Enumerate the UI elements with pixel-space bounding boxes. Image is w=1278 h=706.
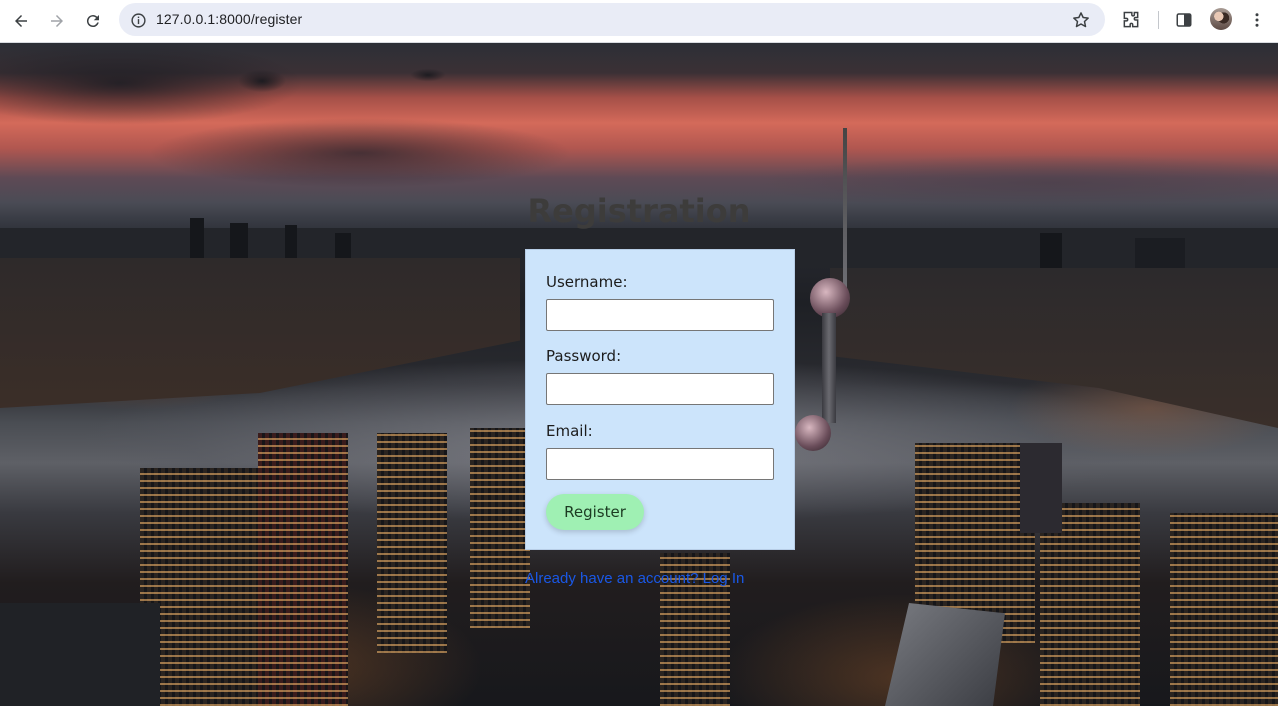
extensions-button[interactable]	[1118, 7, 1144, 33]
side-panel-button[interactable]	[1171, 7, 1197, 33]
login-link[interactable]: Already have an account? Log In	[525, 570, 744, 587]
building	[470, 428, 530, 628]
reload-icon	[86, 15, 99, 28]
arrow-right-icon	[51, 15, 63, 27]
arrow-left-icon	[15, 15, 27, 27]
browser-toolbar: 127.0.0.1:8000/register	[0, 0, 1278, 43]
page-title: Registration	[527, 192, 751, 230]
url-text[interactable]: 127.0.0.1:8000/register	[156, 11, 302, 27]
username-input[interactable]	[546, 299, 774, 331]
puzzle-icon	[1123, 11, 1139, 28]
browser-menu-button[interactable]	[1244, 7, 1270, 33]
registration-form: Username: Password: Email: Register	[525, 249, 795, 550]
email-input[interactable]	[546, 448, 774, 480]
building	[1040, 503, 1140, 706]
forward-button[interactable]	[42, 6, 72, 36]
toolbar-divider	[1158, 11, 1159, 29]
info-icon[interactable]	[127, 9, 149, 31]
password-label: Password:	[546, 347, 622, 365]
building	[1170, 513, 1278, 706]
building	[0, 603, 160, 706]
register-button[interactable]: Register	[546, 494, 644, 530]
username-label: Username:	[546, 273, 628, 291]
building	[377, 433, 447, 653]
tower-sphere-lower	[795, 415, 831, 451]
page-viewport: Registration Username: Password: Email: …	[0, 43, 1278, 706]
reload-button[interactable]	[78, 6, 108, 36]
address-bar[interactable]: 127.0.0.1:8000/register	[119, 3, 1105, 36]
side-panel-icon	[1176, 13, 1192, 27]
building	[1020, 443, 1062, 533]
kebab-menu-icon	[1255, 13, 1259, 27]
tower-shaft	[822, 313, 836, 423]
password-input[interactable]	[546, 373, 774, 405]
profile-avatar[interactable]	[1210, 8, 1232, 30]
back-button[interactable]	[6, 6, 36, 36]
tower-sphere	[810, 278, 850, 318]
star-icon[interactable]	[1071, 10, 1091, 30]
email-label: Email:	[546, 422, 593, 440]
building	[258, 433, 348, 706]
